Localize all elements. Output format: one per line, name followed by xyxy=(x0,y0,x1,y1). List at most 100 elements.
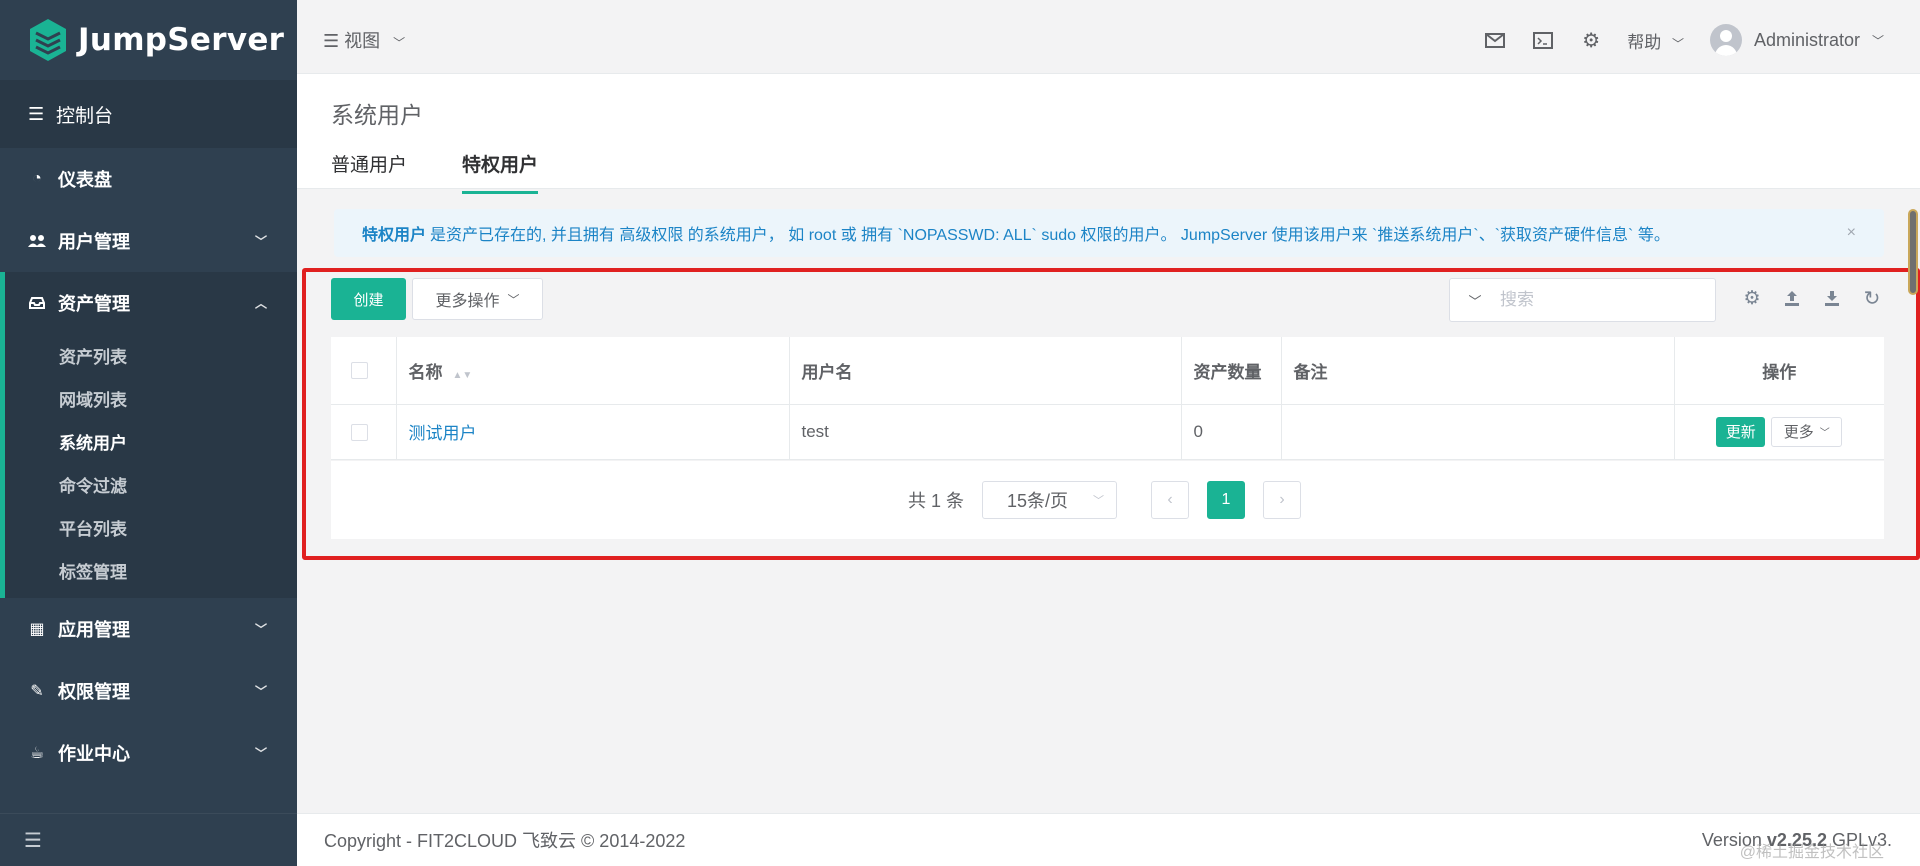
sidebar-subitem-platform-list[interactable]: 平台列表 xyxy=(5,506,297,549)
sidebar-item-users[interactable]: 用户管理 ﹀ xyxy=(0,210,297,272)
help-label: 帮助 xyxy=(1627,32,1662,52)
topbar: ☰ 视图 ﹀ ⚙ 帮助 ﹀ Administrator ﹀ xyxy=(297,0,1920,74)
chevron-down-icon: ﹀ xyxy=(1093,495,1104,507)
footer: Copyright - FIT2CLOUD 飞致云 © 2014-2022 Ve… xyxy=(297,813,1920,866)
copyright: Copyright - FIT2CLOUD 飞致云 © 2014-2022 xyxy=(324,831,686,851)
sidebar-group-assets: 资产管理 ︿ 资产列表 网域列表 系统用户 命令过滤 平台列表 标签管理 xyxy=(0,272,297,598)
sidebar-item-label: 资产管理 xyxy=(58,294,130,314)
cell-comment xyxy=(1281,404,1675,460)
column-header-username: 用户名 xyxy=(789,337,1182,405)
dashboard-icon: ◔ xyxy=(32,170,42,187)
avatar xyxy=(1709,24,1742,56)
info-alert: 特权用户 是资产已存在的, 并且拥有 高级权限 的系统用户， 如 root 或 … xyxy=(334,209,1884,257)
sidebar-subitem-domain-list[interactable]: 网域列表 xyxy=(5,377,297,420)
jumpserver-logo-icon xyxy=(30,19,66,61)
sidebar-item-job-center[interactable]: ☕ 作业中心 ﹀ xyxy=(0,722,297,784)
total-count: 共 1 条 xyxy=(907,491,964,511)
sidebar-item-assets[interactable]: 资产管理 ︿ xyxy=(5,272,297,334)
next-page-button[interactable]: › xyxy=(1263,481,1301,519)
table-toolbar: 创建 更多操作 ﹀ ﹀ ⚙ ↻ xyxy=(331,278,1884,322)
collapse-sidebar-button[interactable]: ☰ xyxy=(0,813,297,866)
scrollbar-thumb[interactable] xyxy=(1908,209,1918,295)
users-icon xyxy=(28,234,46,248)
cell-name: 测试用户 xyxy=(396,404,790,460)
console-button[interactable]: ☰ 控制台 xyxy=(0,80,297,148)
sidebar-subitem-system-users[interactable]: 系统用户 xyxy=(5,420,297,463)
coffee-icon: ☕ xyxy=(29,745,45,762)
more-actions-label: 更多操作 xyxy=(435,293,500,310)
row-more-button[interactable]: 更多 ﹀ xyxy=(1771,416,1843,447)
close-icon[interactable]: × xyxy=(1847,224,1856,242)
cell-actions: 更新 更多 ﹀ xyxy=(1674,404,1884,460)
sidebar-item-dashboard[interactable]: ◔ 仪表盘 xyxy=(0,148,297,210)
mail-icon[interactable] xyxy=(1483,28,1507,52)
download-icon[interactable] xyxy=(1820,286,1844,310)
sort-icon[interactable]: ▲▼ xyxy=(453,370,473,381)
sidebar-subitem-command-filter[interactable]: 命令过滤 xyxy=(5,463,297,506)
view-menu[interactable]: ☰ 视图 ﹀ xyxy=(323,27,405,53)
sidebar-item-label: 用户管理 xyxy=(58,232,130,252)
tab-privileged-users[interactable]: 特权用户 xyxy=(462,150,539,194)
chevron-down-icon: ﹀ xyxy=(254,746,267,761)
page-size-select[interactable]: 15条/页 ﹀ xyxy=(982,481,1117,519)
tab-normal-users[interactable]: 普通用户 xyxy=(331,150,407,194)
update-button[interactable]: 更新 xyxy=(1716,416,1766,447)
scrollbar[interactable] xyxy=(1906,74,1920,813)
chevron-down-icon: ﹀ xyxy=(254,622,267,637)
header-label: 名称 xyxy=(408,362,443,382)
sidebar-subitem-asset-list[interactable]: 资产列表 xyxy=(5,334,297,377)
upload-icon[interactable] xyxy=(1780,286,1804,310)
alert-bold: 特权用户 xyxy=(362,227,427,244)
column-header-comment: 备注 xyxy=(1281,337,1675,405)
chevron-down-icon: ﹀ xyxy=(254,234,267,249)
sidebar-item-permissions[interactable]: ✎ 权限管理 ﹀ xyxy=(0,660,297,722)
page-size-label: 15条/页 xyxy=(1007,491,1069,511)
edit-icon: ✎ xyxy=(30,683,44,700)
page-title: 系统用户 xyxy=(331,102,423,128)
column-header-actions: 操作 xyxy=(1674,337,1884,405)
sliders-icon: ☰ xyxy=(28,103,45,124)
sidebar-item-label: 仪表盘 xyxy=(58,170,112,190)
inbox-icon xyxy=(28,297,46,309)
sidebar-item-label: 权限管理 xyxy=(58,682,130,702)
brand-name: JumpServer xyxy=(78,22,285,58)
search-input[interactable] xyxy=(1500,290,1700,310)
row-select-cell xyxy=(331,404,397,460)
system-user-list-card: 创建 更多操作 ﹀ ﹀ ⚙ ↻ 名称▲▼ 用户名 资产数量 xyxy=(331,278,1884,539)
chevron-down-icon[interactable]: ﹀ xyxy=(1450,291,1500,310)
search-box: ﹀ xyxy=(1449,278,1716,322)
row-more-label: 更多 xyxy=(1783,424,1814,441)
logo[interactable]: JumpServer xyxy=(0,0,297,80)
page-number-button[interactable]: 1 xyxy=(1207,481,1245,519)
user-menu[interactable]: Administrator ﹀ xyxy=(1709,24,1884,56)
system-user-link[interactable]: 测试用户 xyxy=(409,424,477,443)
prev-page-button[interactable]: ‹ xyxy=(1151,481,1189,519)
table-tools: ⚙ ↻ xyxy=(1724,286,1884,310)
pagination: 共 1 条 15条/页 ﹀ ‹ 1 › xyxy=(331,461,1884,539)
select-all-checkbox[interactable] xyxy=(351,362,368,380)
refresh-icon[interactable]: ↻ xyxy=(1860,286,1884,310)
sidebar-subitem-label-management[interactable]: 标签管理 xyxy=(5,549,297,598)
table-row: 测试用户 test 0 更新 更多 ﹀ xyxy=(331,404,1884,460)
chevron-up-icon: ︿ xyxy=(254,296,267,311)
gear-icon[interactable]: ⚙ xyxy=(1579,28,1603,52)
grid-icon: ▦ xyxy=(29,621,45,638)
chevron-down-icon: ﹀ xyxy=(1871,33,1884,48)
terminal-icon[interactable] xyxy=(1531,28,1555,52)
row-checkbox[interactable] xyxy=(351,423,368,441)
settings-icon[interactable]: ⚙ xyxy=(1740,286,1764,310)
chevron-down-icon: ﹀ xyxy=(393,36,406,50)
more-actions-button[interactable]: 更多操作 ﹀ xyxy=(412,278,543,320)
sidebar-item-label: 应用管理 xyxy=(58,620,130,640)
help-menu[interactable]: 帮助 ﹀ xyxy=(1627,28,1684,53)
watermark: @稀土掘金技术社区 xyxy=(1739,844,1884,861)
table-header-row: 名称 ▲▼ 用户名 资产数量 备注 操作 xyxy=(331,337,1884,405)
view-label: 视图 xyxy=(344,31,381,51)
tabs: 普通用户 特权用户 xyxy=(331,150,593,194)
chevron-down-icon: ﹀ xyxy=(1671,36,1684,51)
topbar-actions: ⚙ 帮助 ﹀ Administrator ﹀ xyxy=(1483,0,1920,80)
column-header-name[interactable]: 名称 ▲▼ xyxy=(396,337,790,405)
console-label: 控制台 xyxy=(56,105,114,127)
sidebar-item-applications[interactable]: ▦ 应用管理 ﹀ xyxy=(0,598,297,660)
create-button[interactable]: 创建 xyxy=(331,278,406,320)
